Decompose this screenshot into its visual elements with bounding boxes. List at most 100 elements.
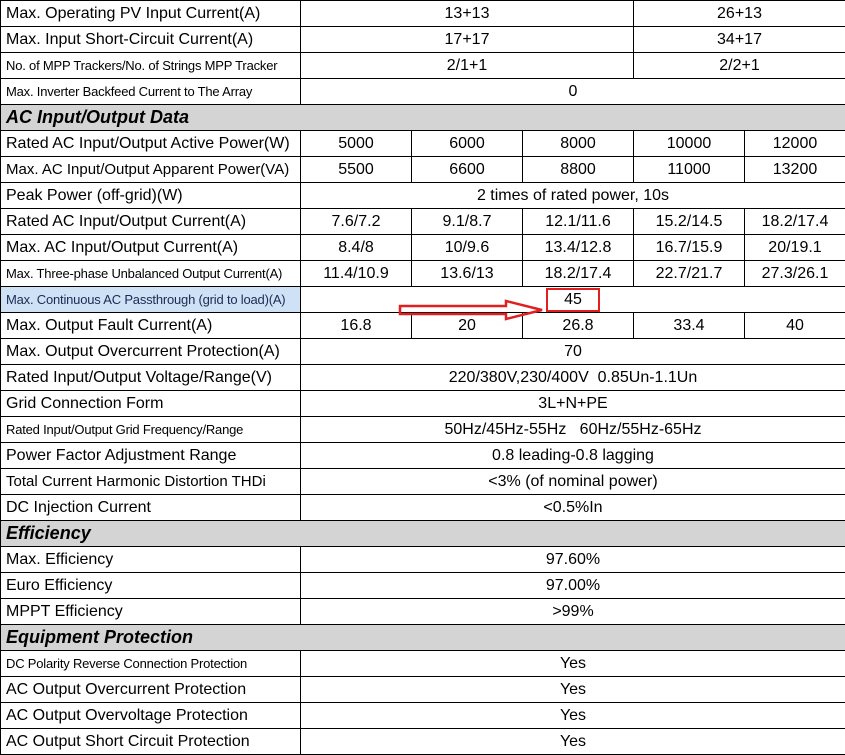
- table-row: Max. Operating PV Input Current(A) 13+13…: [1, 1, 845, 27]
- row-label: Max. Output Fault Current(A): [1, 313, 301, 339]
- table-row: DC Polarity Reverse Connection Protectio…: [1, 651, 845, 677]
- row-label: Max. Efficiency: [1, 547, 301, 573]
- row-label: DC Injection Current: [1, 495, 301, 521]
- row-label-highlighted: Max. Continuous AC Passthrough (grid to …: [1, 287, 301, 313]
- table-row: AC Output Overvoltage Protection Yes: [1, 703, 845, 729]
- row-label: Rated Input/Output Grid Frequency/Range: [1, 417, 301, 443]
- row-label: Max. Input Short-Circuit Current(A): [1, 27, 301, 53]
- section-header-ac: AC Input/Output Data: [1, 105, 845, 131]
- table-row: Max. AC Input/Output Current(A) 8.4/8 10…: [1, 235, 845, 261]
- row-label: AC Output Overcurrent Protection: [1, 677, 301, 703]
- cell-value: 16.7/15.9: [634, 235, 745, 261]
- cell-value: 0.8 leading-0.8 lagging: [301, 443, 845, 469]
- row-label: MPPT Efficiency: [1, 599, 301, 625]
- section-title: Efficiency: [1, 521, 845, 547]
- cell-value: 13.6/13: [412, 261, 523, 287]
- cell-value: 15.2/14.5: [634, 209, 745, 235]
- cell-value: 10000: [634, 131, 745, 157]
- cell-value: <0.5%In: [301, 495, 845, 521]
- table-row: Max. Inverter Backfeed Current to The Ar…: [1, 79, 845, 105]
- cell-value: 34+17: [634, 27, 845, 53]
- row-label: AC Output Short Circuit Protection: [1, 729, 301, 755]
- cell-value: 70: [301, 339, 845, 365]
- row-label: AC Output Overvoltage Protection: [1, 703, 301, 729]
- cell-value: 11.4/10.9: [301, 261, 412, 287]
- table-row: Grid Connection Form 3L+N+PE: [1, 391, 845, 417]
- table-row: AC Output Overcurrent Protection Yes: [1, 677, 845, 703]
- table-row: Rated Input/Output Voltage/Range(V) 220/…: [1, 365, 845, 391]
- cell-value: 97.60%: [301, 547, 845, 573]
- row-label: DC Polarity Reverse Connection Protectio…: [1, 651, 301, 677]
- row-label: Max. Inverter Backfeed Current to The Ar…: [1, 79, 301, 105]
- table-row: Max. Three-phase Unbalanced Output Curre…: [1, 261, 845, 287]
- cell-value: 18.2/17.4: [745, 209, 845, 235]
- row-label: Max. AC Input/Output Apparent Power(VA): [1, 157, 301, 183]
- table-row: Rated Input/Output Grid Frequency/Range …: [1, 417, 845, 443]
- spec-table: Max. Operating PV Input Current(A) 13+13…: [0, 0, 845, 755]
- cell-value: >99%: [301, 599, 845, 625]
- row-label: Max. AC Input/Output Current(A): [1, 235, 301, 261]
- cell-value: 16.8: [301, 313, 412, 339]
- cell-value: Yes: [301, 729, 845, 755]
- row-label: Max. Three-phase Unbalanced Output Curre…: [1, 261, 301, 287]
- table-row: Euro Efficiency 97.00%: [1, 573, 845, 599]
- table-row: No. of MPP Trackers/No. of Strings MPP T…: [1, 53, 845, 79]
- cell-value: 2/2+1: [634, 53, 845, 79]
- cell-value: <3% (of nominal power): [301, 469, 845, 495]
- section-title: AC Input/Output Data: [1, 105, 845, 131]
- cell-value: Yes: [301, 703, 845, 729]
- cell-value: 40: [745, 313, 845, 339]
- row-label: Rated AC Input/Output Current(A): [1, 209, 301, 235]
- table-row: Rated AC Input/Output Active Power(W) 50…: [1, 131, 845, 157]
- cell-value: 8800: [523, 157, 634, 183]
- table-row: DC Injection Current <0.5%In: [1, 495, 845, 521]
- table-row: Max. AC Input/Output Apparent Power(VA) …: [1, 157, 845, 183]
- row-label: Power Factor Adjustment Range: [1, 443, 301, 469]
- cell-value: 8.4/8: [301, 235, 412, 261]
- cell-value: 27.3/26.1: [745, 261, 845, 287]
- cell-value: 5000: [301, 131, 412, 157]
- cell-value: 13+13: [301, 1, 634, 27]
- table-row: AC Output Short Circuit Protection Yes: [1, 729, 845, 755]
- cell-value: Yes: [301, 677, 845, 703]
- table-row: Rated AC Input/Output Current(A) 7.6/7.2…: [1, 209, 845, 235]
- row-label: Max. Output Overcurrent Protection(A): [1, 339, 301, 365]
- cell-value: 9.1/8.7: [412, 209, 523, 235]
- cell-value: 12000: [745, 131, 845, 157]
- table-row: Peak Power (off-grid)(W) 2 times of rate…: [1, 183, 845, 209]
- cell-value: Yes: [301, 651, 845, 677]
- cell-value: 33.4: [634, 313, 745, 339]
- cell-value-boxed: 45: [301, 287, 845, 313]
- cell-value: 0: [301, 79, 845, 105]
- cell-value: 50Hz/45Hz-55Hz 60Hz/55Hz-65Hz: [301, 417, 845, 443]
- cell-value: 2 times of rated power, 10s: [301, 183, 845, 209]
- cell-value: 12.1/11.6: [523, 209, 634, 235]
- table-row: Total Current Harmonic Distortion THDi <…: [1, 469, 845, 495]
- cell-value: 17+17: [301, 27, 634, 53]
- cell-value: 7.6/7.2: [301, 209, 412, 235]
- cell-value: 6600: [412, 157, 523, 183]
- row-label: Peak Power (off-grid)(W): [1, 183, 301, 209]
- section-header-efficiency: Efficiency: [1, 521, 845, 547]
- cell-value: 13.4/12.8: [523, 235, 634, 261]
- cell-value: 3L+N+PE: [301, 391, 845, 417]
- red-arrow-annotation-icon: [398, 299, 546, 321]
- section-header-protection: Equipment Protection: [1, 625, 845, 651]
- cell-value: 5500: [301, 157, 412, 183]
- row-label: Euro Efficiency: [1, 573, 301, 599]
- table-row: MPPT Efficiency >99%: [1, 599, 845, 625]
- cell-value: 18.2/17.4: [523, 261, 634, 287]
- table-row: Max. Input Short-Circuit Current(A) 17+1…: [1, 27, 845, 53]
- cell-value: 97.00%: [301, 573, 845, 599]
- row-label: Grid Connection Form: [1, 391, 301, 417]
- row-label: Total Current Harmonic Distortion THDi: [1, 469, 301, 495]
- table-row: Max. Efficiency 97.60%: [1, 547, 845, 573]
- cell-value: 8000: [523, 131, 634, 157]
- annotation-box: 45: [546, 288, 600, 312]
- cell-value: 26+13: [634, 1, 845, 27]
- cell-value: 11000: [634, 157, 745, 183]
- row-label: Max. Operating PV Input Current(A): [1, 1, 301, 27]
- cell-value: 10/9.6: [412, 235, 523, 261]
- row-label: Rated AC Input/Output Active Power(W): [1, 131, 301, 157]
- cell-value: 13200: [745, 157, 845, 183]
